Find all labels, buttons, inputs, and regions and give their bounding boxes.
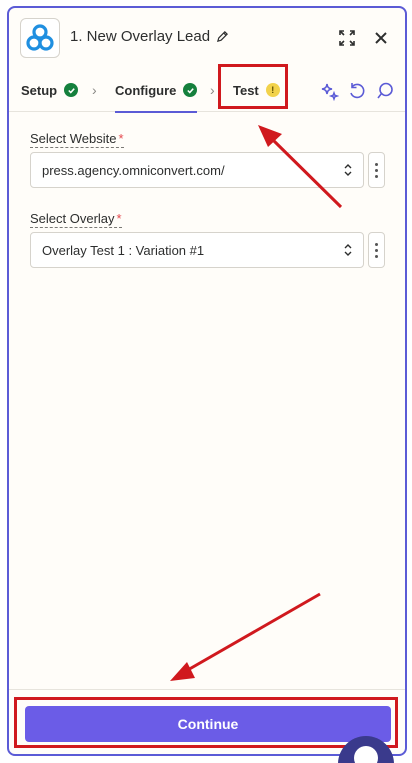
- expand-icon[interactable]: [335, 26, 359, 50]
- step-header: 1. New Overlay Lead: [9, 8, 405, 68]
- dot: [375, 248, 378, 252]
- footer-divider: [9, 689, 405, 690]
- undo-icon[interactable]: [346, 80, 368, 102]
- tab-test[interactable]: Test !: [233, 68, 280, 112]
- comment-icon[interactable]: [374, 80, 396, 102]
- website-field-label: Select Website *: [30, 131, 124, 148]
- overlay-field-label: Select Overlay *: [30, 211, 122, 228]
- overlay-select-value: Overlay Test 1 : Variation #1: [42, 242, 205, 258]
- dot: [375, 254, 378, 258]
- required-asterisk: *: [118, 131, 124, 146]
- tab-setup-label: Setup: [21, 82, 58, 98]
- step-title-text: 1. New Overlay Lead: [70, 28, 211, 45]
- check-circle-icon: [64, 83, 79, 97]
- sparkle-icon[interactable]: [318, 80, 340, 102]
- omniconvert-app-icon: [20, 18, 60, 58]
- dot: [375, 162, 378, 166]
- website-select[interactable]: press.agency.omniconvert.com/: [30, 152, 364, 188]
- overlay-select[interactable]: Overlay Test 1 : Variation #1: [30, 232, 364, 268]
- dot: [375, 168, 378, 172]
- check-circle-icon: [183, 83, 198, 97]
- chevron-right-icon: ›: [92, 82, 97, 98]
- tab-setup[interactable]: Setup: [21, 68, 79, 112]
- chevron-right-icon: ›: [210, 82, 215, 98]
- continue-button[interactable]: Continue: [25, 706, 391, 742]
- select-arrows-icon: [344, 244, 352, 256]
- overlay-more-options-button[interactable]: [368, 232, 385, 268]
- dot: [375, 242, 378, 246]
- step-tabs: Setup › Configure › Test !: [9, 68, 405, 113]
- website-more-options-button[interactable]: [368, 152, 385, 188]
- dot: [375, 174, 378, 178]
- website-select-value: press.agency.omniconvert.com/: [42, 162, 225, 178]
- warning-icon: !: [265, 83, 280, 97]
- tab-test-label: Test: [233, 82, 259, 98]
- step-title[interactable]: 1. New Overlay Lead: [70, 28, 229, 45]
- tab-configure[interactable]: Configure: [115, 68, 198, 113]
- close-icon[interactable]: [369, 26, 393, 50]
- tab-configure-label: Configure: [115, 82, 177, 98]
- required-asterisk: *: [116, 211, 122, 226]
- step-panel: 1. New Overlay Lead Setup › Configure › …: [7, 6, 407, 756]
- pencil-icon[interactable]: [216, 30, 229, 43]
- select-arrows-icon: [344, 164, 352, 176]
